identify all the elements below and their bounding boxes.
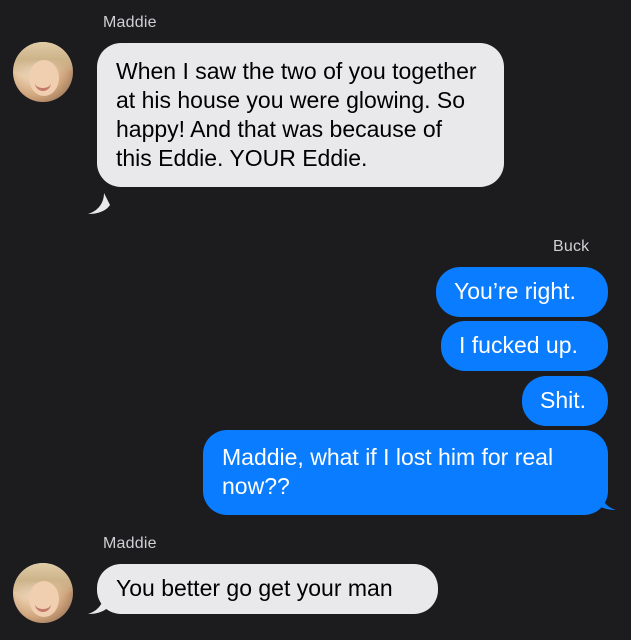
message-bubble-outgoing[interactable]: Shit. <box>522 376 608 426</box>
message-bubble-incoming[interactable]: You better go get your man <box>97 564 438 614</box>
maddie-avatar[interactable] <box>13 563 73 623</box>
message-bubble-incoming[interactable]: When I saw the two of you together at hi… <box>97 43 504 187</box>
sender-name-maddie: Maddie <box>103 14 157 31</box>
sender-name-maddie: Maddie <box>103 535 157 552</box>
message-bubble-outgoing[interactable]: You’re right. <box>436 267 608 317</box>
bubble-tail-icon <box>88 193 110 214</box>
message-bubble-outgoing[interactable]: Maddie, what if I lost him for real now?… <box>203 430 608 515</box>
conversation-view: Maddie When I saw the two of you togethe… <box>0 0 631 640</box>
maddie-avatar[interactable] <box>13 42 73 102</box>
sender-name-buck: Buck <box>553 238 590 255</box>
message-bubble-outgoing[interactable]: I fucked up. <box>441 321 608 371</box>
